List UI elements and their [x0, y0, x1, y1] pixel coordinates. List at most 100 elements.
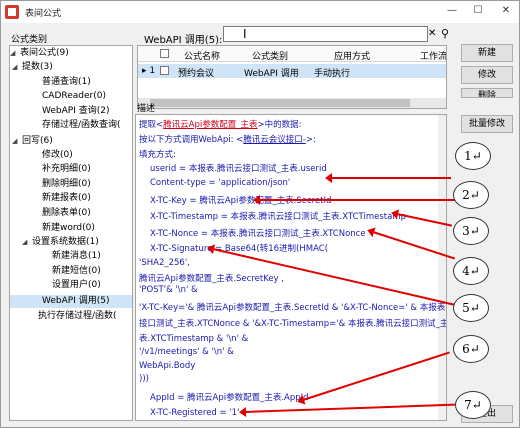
- text-cursor-icon: I: [243, 27, 247, 41]
- description-line: 腾讯云Api参数配置_主表.SecretKey ,: [139, 272, 284, 284]
- description-text: 表.XTCTimestamp & '\n' &: [139, 334, 249, 344]
- tree-item[interactable]: 修改(0): [10, 149, 132, 162]
- grid-header: 公式名称 公式类别 应用方式 工作流: [138, 46, 446, 62]
- tree-item[interactable]: 删除表单(0): [10, 207, 132, 220]
- scrollbar-thumb[interactable]: [150, 99, 410, 107]
- col-workflow[interactable]: 工作流: [420, 49, 446, 62]
- description-text: X-TC-Nonce = 本报表.腾讯云接口测试_主表.XTCNonce: [150, 229, 366, 239]
- modify-button[interactable]: 修改: [461, 66, 513, 84]
- description-text: userid = 本报表.腾讯云接口测试_主表.userid: [150, 164, 327, 174]
- batch-modify-button[interactable]: 批量修改: [461, 115, 513, 133]
- description-line: 接口测试_主表.XTCNonce & '&X-TC-Timestamp='& 本…: [139, 317, 447, 329]
- row-mode: 手动执行: [314, 69, 351, 79]
- tree-item[interactable]: WebAPI 查询(2): [10, 105, 132, 118]
- tree-item-label: 存储过程/函数查询(: [42, 120, 121, 130]
- tree-item[interactable]: 新建word(0): [10, 222, 132, 235]
- description-line: 'POST'& '\n' &: [139, 285, 198, 295]
- table-row[interactable]: ▸ 1 预约会议 WebAPI 调用 手动执行: [138, 64, 446, 79]
- description-text: 接口测试_主表.XTCNonce & '&X-TC-Timestamp='& 本…: [139, 319, 447, 329]
- description-text: 'X-TC-Key='& 腾讯云Api参数配置_主表.SecretId & '&…: [139, 303, 447, 313]
- search-icon[interactable]: ⚲: [441, 27, 449, 40]
- tree-item-label: 新建消息(1): [52, 251, 101, 261]
- title-bar: 表间公式 — ☐ ✕: [1, 1, 519, 23]
- new-button[interactable]: 新建: [461, 44, 513, 62]
- row-checkbox[interactable]: [160, 66, 169, 75]
- search-input[interactable]: I: [223, 26, 428, 42]
- tree-item[interactable]: 新建短信(0): [10, 265, 132, 278]
- tree-item-label: 回写(6): [22, 136, 53, 146]
- tree-item-label: 普通查询(1): [42, 77, 91, 87]
- clear-search-icon[interactable]: ✕: [428, 28, 436, 39]
- description-line: userid = 本报表.腾讯云接口测试_主表.userid: [150, 162, 327, 174]
- description-text: 提取<: [139, 120, 164, 130]
- description-text: 填充方式:: [139, 150, 176, 160]
- tree-item[interactable]: 删除明细(0): [10, 178, 132, 191]
- tree-item[interactable]: 补充明细(0): [10, 163, 132, 176]
- expand-arrow-icon[interactable]: ◢: [12, 61, 22, 74]
- maximize-button[interactable]: ☐: [465, 1, 491, 21]
- expand-arrow-icon[interactable]: ◢: [22, 236, 32, 249]
- description-label: 描述: [137, 104, 156, 114]
- tree-item[interactable]: 设置用户(0): [10, 279, 132, 292]
- description-text: '/v1/meetings' & '\n' &: [139, 347, 234, 357]
- formula-window: 表间公式 — ☐ ✕ 公式类别 WebAPI 调用(5): I ✕ ⚲ ◢ 表间公…: [0, 0, 520, 428]
- description-line: 表.XTCTimestamp & '\n' &: [139, 332, 248, 344]
- description-text: Content-type = 'application/json': [150, 178, 291, 188]
- tree-item[interactable]: ◢ 回写(6): [10, 135, 132, 148]
- grid-horizontal-scrollbar[interactable]: [138, 98, 446, 108]
- tree-item[interactable]: CADReader(0): [10, 90, 132, 103]
- tree-item[interactable]: 执行存储过程/函数(: [10, 310, 132, 323]
- delete-button[interactable]: 删除: [461, 88, 513, 98]
- tree-item-label: 执行存储过程/函数(: [38, 311, 117, 321]
- callout-1: 1↵: [455, 142, 491, 170]
- expand-arrow-icon[interactable]: ◢: [12, 135, 22, 148]
- tree-item[interactable]: ◢ 提数(3): [10, 61, 132, 74]
- callout-5: 5↵: [453, 294, 489, 322]
- select-all-checkbox[interactable]: [160, 49, 169, 58]
- description-text: ))): [139, 374, 149, 384]
- description-line: '/v1/meetings' & '\n' &: [139, 347, 234, 357]
- callout-4: 4↵: [453, 257, 489, 285]
- description-text: WebApi.Body: [139, 361, 196, 371]
- description-line: 提取<腾讯云Api参数配置_主表>中的数据:: [139, 118, 301, 130]
- description-line: X-TC-Registered = '1': [150, 408, 239, 418]
- description-text: 按以下方式调用WebApi: <: [139, 135, 244, 145]
- category-tree[interactable]: ◢ 表间公式(9) ◢ 提数(3) 普通查询(1) CADReader(0) WebAPI …: [9, 45, 133, 421]
- callout-3: 3↵: [453, 217, 489, 245]
- close-button[interactable]: ✕: [493, 1, 519, 21]
- callout-7: 7↵: [455, 391, 491, 419]
- tree-item-label: 设置系统数据(1): [32, 237, 99, 247]
- col-name[interactable]: 公式名称: [184, 49, 220, 62]
- tree-item[interactable]: ◢ 设置系统数据(1): [10, 236, 132, 249]
- description-text: X-TC-Timestamp = 本报表.腾讯云接口测试_主表.XTCTimes…: [150, 212, 406, 222]
- description-text: X-TC-Signature = Base64(转16进制(HMAC(: [150, 244, 329, 254]
- tree-item[interactable]: 新建消息(1): [10, 250, 132, 263]
- description-scrollbar[interactable]: [438, 115, 446, 420]
- description-line: 按以下方式调用WebApi: <腾讯云会议接口->:: [139, 133, 316, 145]
- table-link[interactable]: 腾讯云Api参数配置_主表: [163, 120, 257, 130]
- description-line: X-TC-Nonce = 本报表.腾讯云接口测试_主表.XTCNonce: [150, 227, 366, 239]
- description-text: >:: [305, 135, 316, 145]
- description-text: AppId = 腾讯云Api参数配置_主表.AppId: [150, 393, 309, 403]
- expand-arrow-icon[interactable]: ◢: [10, 47, 20, 60]
- tree-item-label: 修改(0): [42, 150, 73, 160]
- tree-item[interactable]: 存储过程/函数查询(: [10, 119, 132, 132]
- tree-item[interactable]: 普通查询(1): [10, 76, 132, 89]
- tree-item-label: CADReader(0): [42, 91, 106, 101]
- tree-item-label: 删除表单(0): [42, 208, 91, 218]
- description-line: Content-type = 'application/json': [150, 178, 290, 188]
- col-category[interactable]: 公式类别: [252, 49, 288, 62]
- formula-grid[interactable]: 公式名称 公式类别 应用方式 工作流 ▸ 1 预约会议 WebAPI 调用 手动…: [137, 45, 447, 109]
- minimize-button[interactable]: —: [439, 1, 465, 21]
- tree-item[interactable]: WebAPI 调用(5): [10, 295, 132, 308]
- api-link[interactable]: 腾讯云会议接口-: [243, 135, 306, 145]
- description-line: 'SHA2_256',: [139, 258, 190, 268]
- description-line: X-TC-Signature = Base64(转16进制(HMAC(: [150, 242, 328, 254]
- tree-item[interactable]: 新建报表(0): [10, 192, 132, 205]
- description-text: 腾讯云Api参数配置_主表.SecretKey ,: [139, 274, 285, 284]
- tree-item[interactable]: ◢ 表间公式(9): [10, 47, 132, 60]
- description-text: >中的数据:: [257, 120, 302, 130]
- row-category: WebAPI 调用: [244, 69, 299, 79]
- col-mode[interactable]: 应用方式: [334, 49, 370, 62]
- description-line: 'X-TC-Key='& 腾讯云Api参数配置_主表.SecretId & '&…: [139, 301, 447, 313]
